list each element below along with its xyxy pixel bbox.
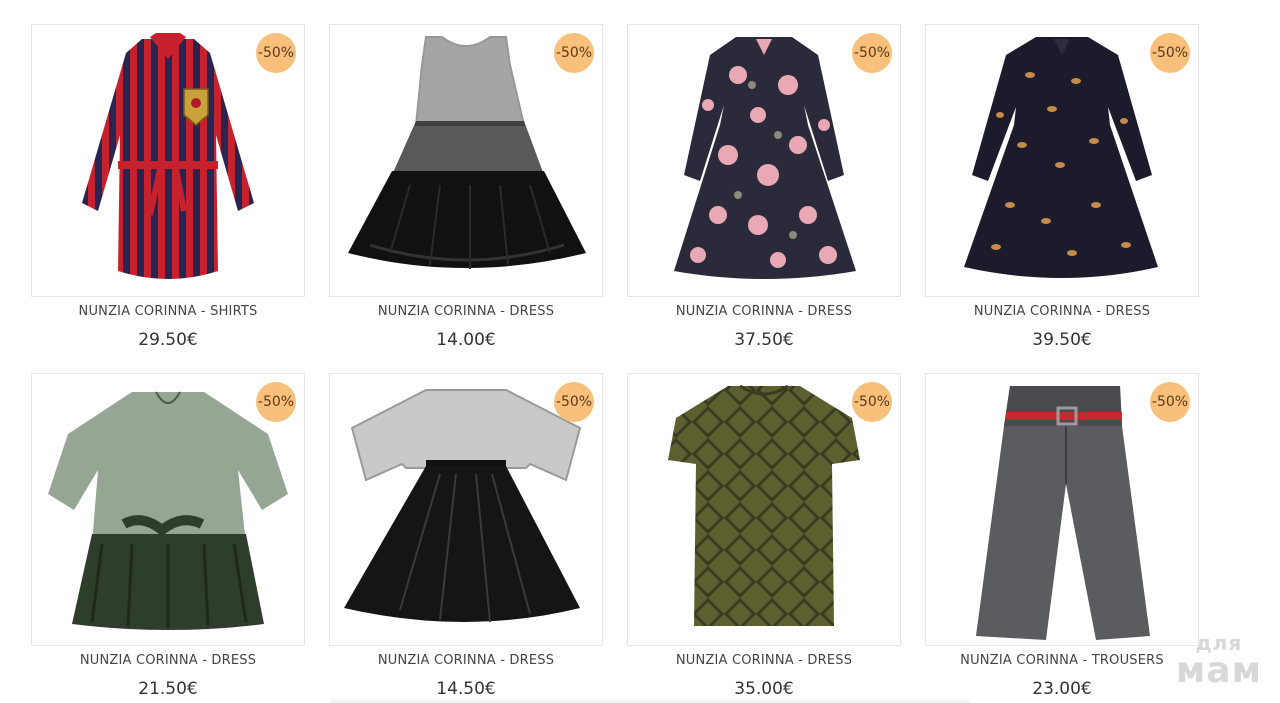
watermark-bottom-text: мам xyxy=(1175,650,1262,691)
discount-badge: -50% xyxy=(554,33,594,73)
product-price: 14.50€ xyxy=(436,679,496,699)
watermark-logo: для мам xyxy=(1176,633,1262,689)
product-name[interactable]: NUNZIA CORINNA - SHIRTS xyxy=(31,303,305,321)
discount-badge: -50% xyxy=(852,33,892,73)
product-name[interactable]: NUNZIA CORINNA - DRESS xyxy=(627,652,901,670)
product-price: 23.00€ xyxy=(1032,679,1092,699)
product-name[interactable]: NUNZIA CORINNA - DRESS xyxy=(627,303,901,321)
product-listing-page: -50% NUNZIA CORINNA - SHIRTS 29.50€ -50%… xyxy=(0,0,1280,703)
discount-badge: -50% xyxy=(256,33,296,73)
discount-badge: -50% xyxy=(1150,382,1190,422)
product-card[interactable]: -50% NUNZIA CORINNA - DRESS 37.50€ xyxy=(627,24,901,373)
discount-badge: -50% xyxy=(852,382,892,422)
discount-badge: -50% xyxy=(1150,33,1190,73)
product-image-box[interactable]: -50% xyxy=(31,373,305,646)
product-card[interactable]: -50% NUNZIA CORINNA - DRESS 35.00€ xyxy=(627,373,901,703)
bottom-scroll-shadow xyxy=(330,697,970,703)
product-price: 39.50€ xyxy=(1032,330,1092,350)
product-name[interactable]: NUNZIA CORINNA - DRESS xyxy=(329,303,603,321)
product-image-box[interactable]: -50% xyxy=(329,24,603,297)
product-card[interactable]: -50% NUNZIA CORINNA - TROUSERS 23.00€ xyxy=(925,373,1199,703)
product-image-box[interactable]: -50% xyxy=(329,373,603,646)
product-price: 35.00€ xyxy=(734,679,794,699)
product-price: 29.50€ xyxy=(138,330,198,350)
product-image-box[interactable]: -50% xyxy=(925,373,1199,646)
product-card[interactable]: -50% NUNZIA CORINNA - DRESS 21.50€ xyxy=(31,373,305,703)
product-card[interactable]: -50% NUNZIA CORINNA - DRESS 14.50€ xyxy=(329,373,603,703)
product-image-box[interactable]: -50% xyxy=(627,24,901,297)
product-name[interactable]: NUNZIA CORINNA - DRESS xyxy=(31,652,305,670)
product-image-box[interactable]: -50% xyxy=(627,373,901,646)
product-grid: -50% NUNZIA CORINNA - SHIRTS 29.50€ -50%… xyxy=(31,24,1199,703)
product-image-box[interactable]: -50% xyxy=(31,24,305,297)
product-price: 21.50€ xyxy=(138,679,198,699)
product-card[interactable]: -50% NUNZIA CORINNA - DRESS 39.50€ xyxy=(925,24,1199,373)
discount-badge: -50% xyxy=(554,382,594,422)
product-image-box[interactable]: -50% xyxy=(925,24,1199,297)
product-name[interactable]: NUNZIA CORINNA - DRESS xyxy=(329,652,603,670)
product-card[interactable]: -50% NUNZIA CORINNA - DRESS 14.00€ xyxy=(329,24,603,373)
product-price: 14.00€ xyxy=(436,330,496,350)
discount-badge: -50% xyxy=(256,382,296,422)
product-card[interactable]: -50% NUNZIA CORINNA - SHIRTS 29.50€ xyxy=(31,24,305,373)
product-price: 37.50€ xyxy=(734,330,794,350)
product-name[interactable]: NUNZIA CORINNA - DRESS xyxy=(925,303,1199,321)
product-name[interactable]: NUNZIA CORINNA - TROUSERS xyxy=(925,652,1199,670)
